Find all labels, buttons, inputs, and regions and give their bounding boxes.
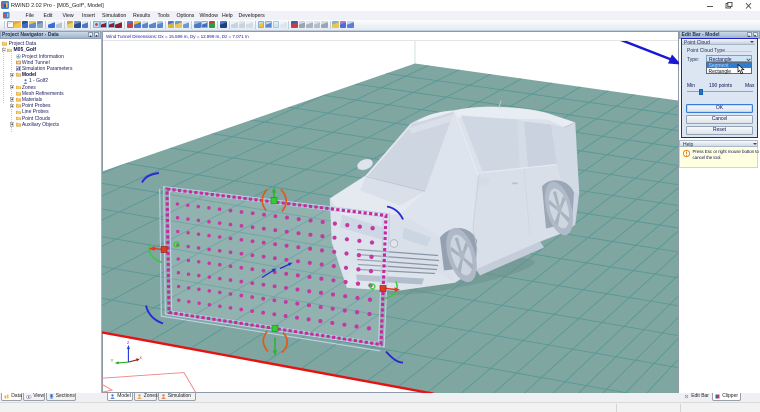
svg-text:Y: Y <box>111 358 114 363</box>
svg-text:z: z <box>127 340 130 345</box>
svg-text:x: x <box>140 355 143 360</box>
